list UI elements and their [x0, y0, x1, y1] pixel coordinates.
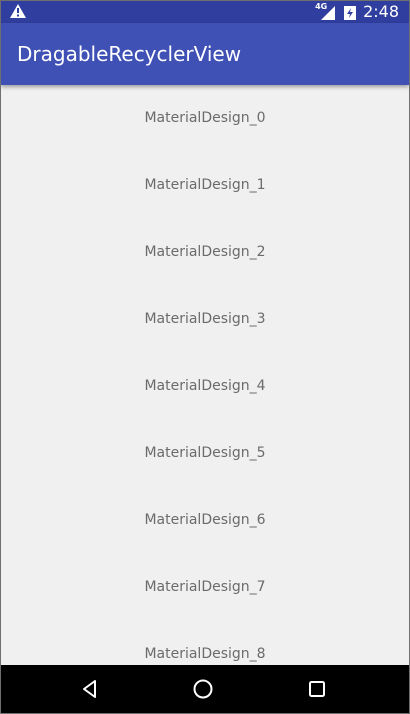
navigation-bar [1, 665, 409, 713]
list-item[interactable]: MaterialDesign_0 [1, 85, 409, 152]
list-item[interactable]: MaterialDesign_3 [1, 286, 409, 353]
network-type-label: 4G [315, 2, 328, 11]
list-item[interactable]: MaterialDesign_2 [1, 219, 409, 286]
list-item[interactable]: MaterialDesign_5 [1, 420, 409, 487]
signal-icon: 4G [315, 2, 337, 20]
back-icon [83, 680, 96, 698]
list-item[interactable]: MaterialDesign_4 [1, 353, 409, 420]
back-button[interactable] [60, 665, 120, 713]
list-item[interactable]: MaterialDesign_8 [1, 621, 409, 667]
battery-icon [344, 6, 357, 20]
home-button[interactable] [173, 665, 233, 713]
app-bar: DragableRecyclerView [1, 23, 409, 85]
list-item[interactable]: MaterialDesign_6 [1, 487, 409, 554]
list-item[interactable]: MaterialDesign_1 [1, 152, 409, 219]
status-bar: 4G 2:48 [1, 1, 409, 23]
home-icon [193, 679, 213, 699]
warning-icon [10, 4, 26, 18]
recents-icon [309, 681, 325, 697]
status-icons: 4G 2:48 [315, 1, 399, 23]
phone-screen: 4G 2:48 DragableRecyclerView MaterialDes… [0, 0, 410, 714]
clock: 2:48 [363, 2, 399, 21]
app-title: DragableRecyclerView [17, 42, 242, 66]
list-item[interactable]: MaterialDesign_7 [1, 554, 409, 621]
recycler-list[interactable]: MaterialDesign_0 MaterialDesign_1 Materi… [1, 85, 409, 667]
recents-button[interactable] [287, 665, 347, 713]
